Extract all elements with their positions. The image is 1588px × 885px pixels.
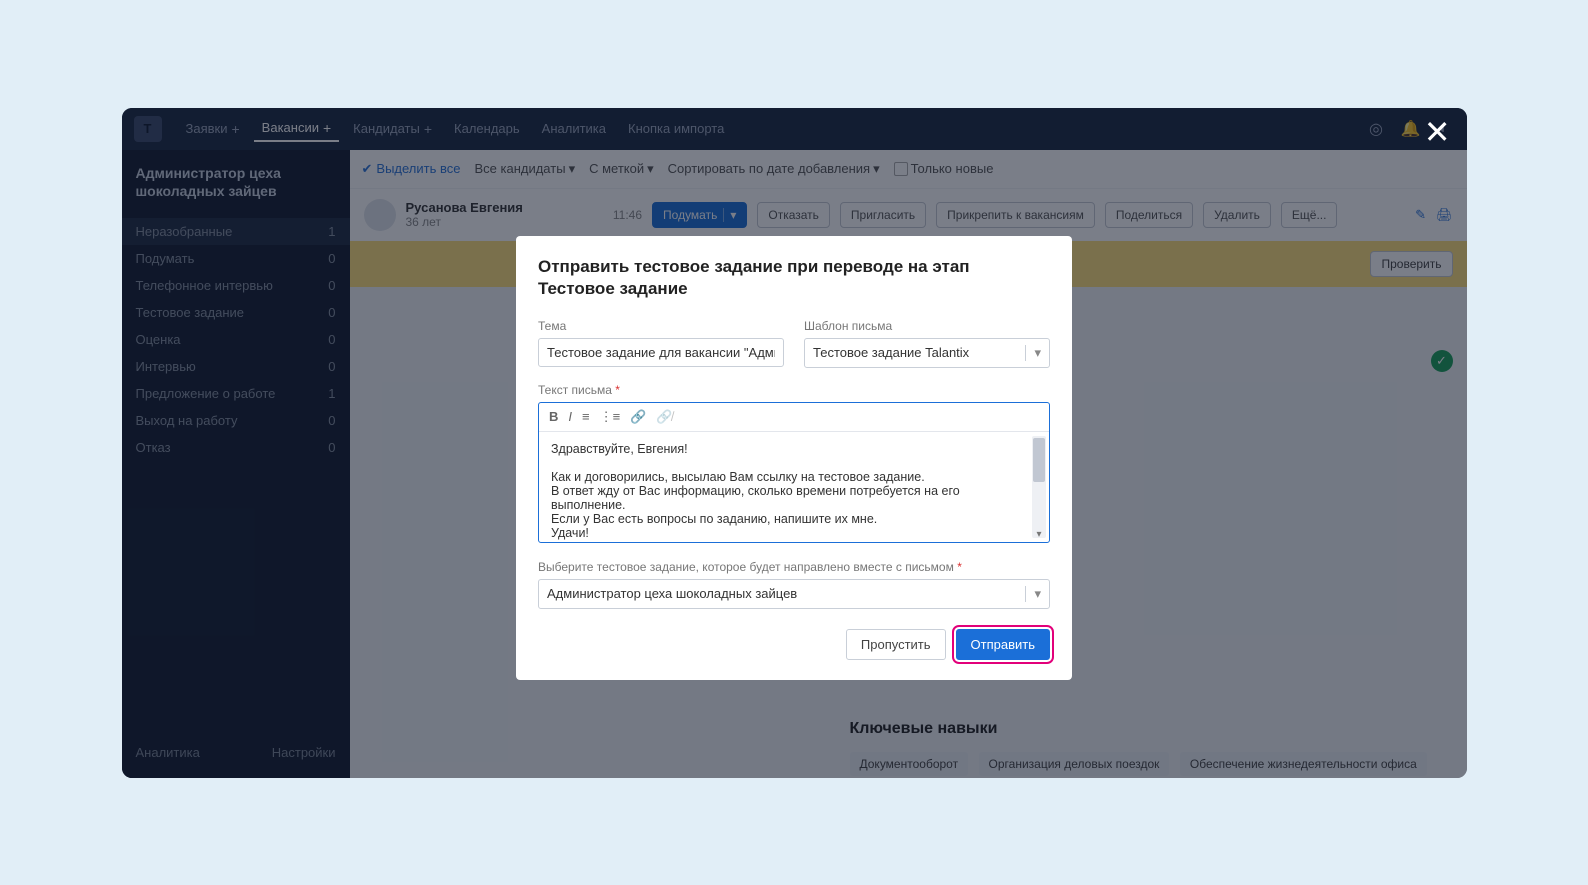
list-ul-icon[interactable]: ⋮≡ bbox=[600, 409, 621, 425]
app-frame: T Заявки+ Вакансии+ Кандидаты+ Календарь… bbox=[122, 108, 1467, 778]
test-select-label: Выберите тестовое задание, которое будет… bbox=[538, 560, 962, 574]
chevron-down-icon: ▾ bbox=[1025, 345, 1041, 361]
editor-toolbar: B I ≡ ⋮≡ 🔗 🔗̸ bbox=[539, 403, 1049, 432]
close-icon[interactable]: ✕ bbox=[1424, 116, 1451, 148]
subject-input[interactable] bbox=[538, 338, 784, 367]
subject-label: Тема bbox=[538, 319, 784, 333]
test-select[interactable]: Администратор цеха шоколадных зайцев▾ bbox=[538, 579, 1050, 609]
template-select[interactable]: Тестовое задание Talantix▾ bbox=[804, 338, 1050, 368]
body-label: Текст письма * bbox=[538, 383, 620, 397]
send-button[interactable]: Отправить bbox=[956, 629, 1050, 660]
italic-icon[interactable]: I bbox=[568, 409, 572, 425]
scrollbar[interactable]: ▾ bbox=[1032, 436, 1046, 538]
unlink-icon[interactable]: 🔗̸ bbox=[656, 409, 672, 425]
scrollbar-thumb[interactable] bbox=[1033, 438, 1045, 482]
skip-button[interactable]: Пропустить bbox=[846, 629, 946, 660]
modal-title: Отправить тестовое задание при переводе … bbox=[538, 256, 1050, 302]
bold-icon[interactable]: B bbox=[549, 409, 558, 425]
editor-content[interactable]: Здравствуйте, Евгения! Как и договорилис… bbox=[539, 432, 1049, 542]
chevron-down-icon: ▾ bbox=[1025, 586, 1041, 602]
send-test-modal: Отправить тестовое задание при переводе … bbox=[516, 236, 1072, 681]
rich-editor[interactable]: B I ≡ ⋮≡ 🔗 🔗̸ Здравствуйте, Евгения! Как… bbox=[538, 402, 1050, 543]
chevron-down-icon[interactable]: ▾ bbox=[1032, 529, 1046, 540]
link-icon[interactable]: 🔗 bbox=[630, 409, 646, 425]
list-ol-icon[interactable]: ≡ bbox=[582, 409, 590, 425]
template-label: Шаблон письма bbox=[804, 319, 1050, 333]
